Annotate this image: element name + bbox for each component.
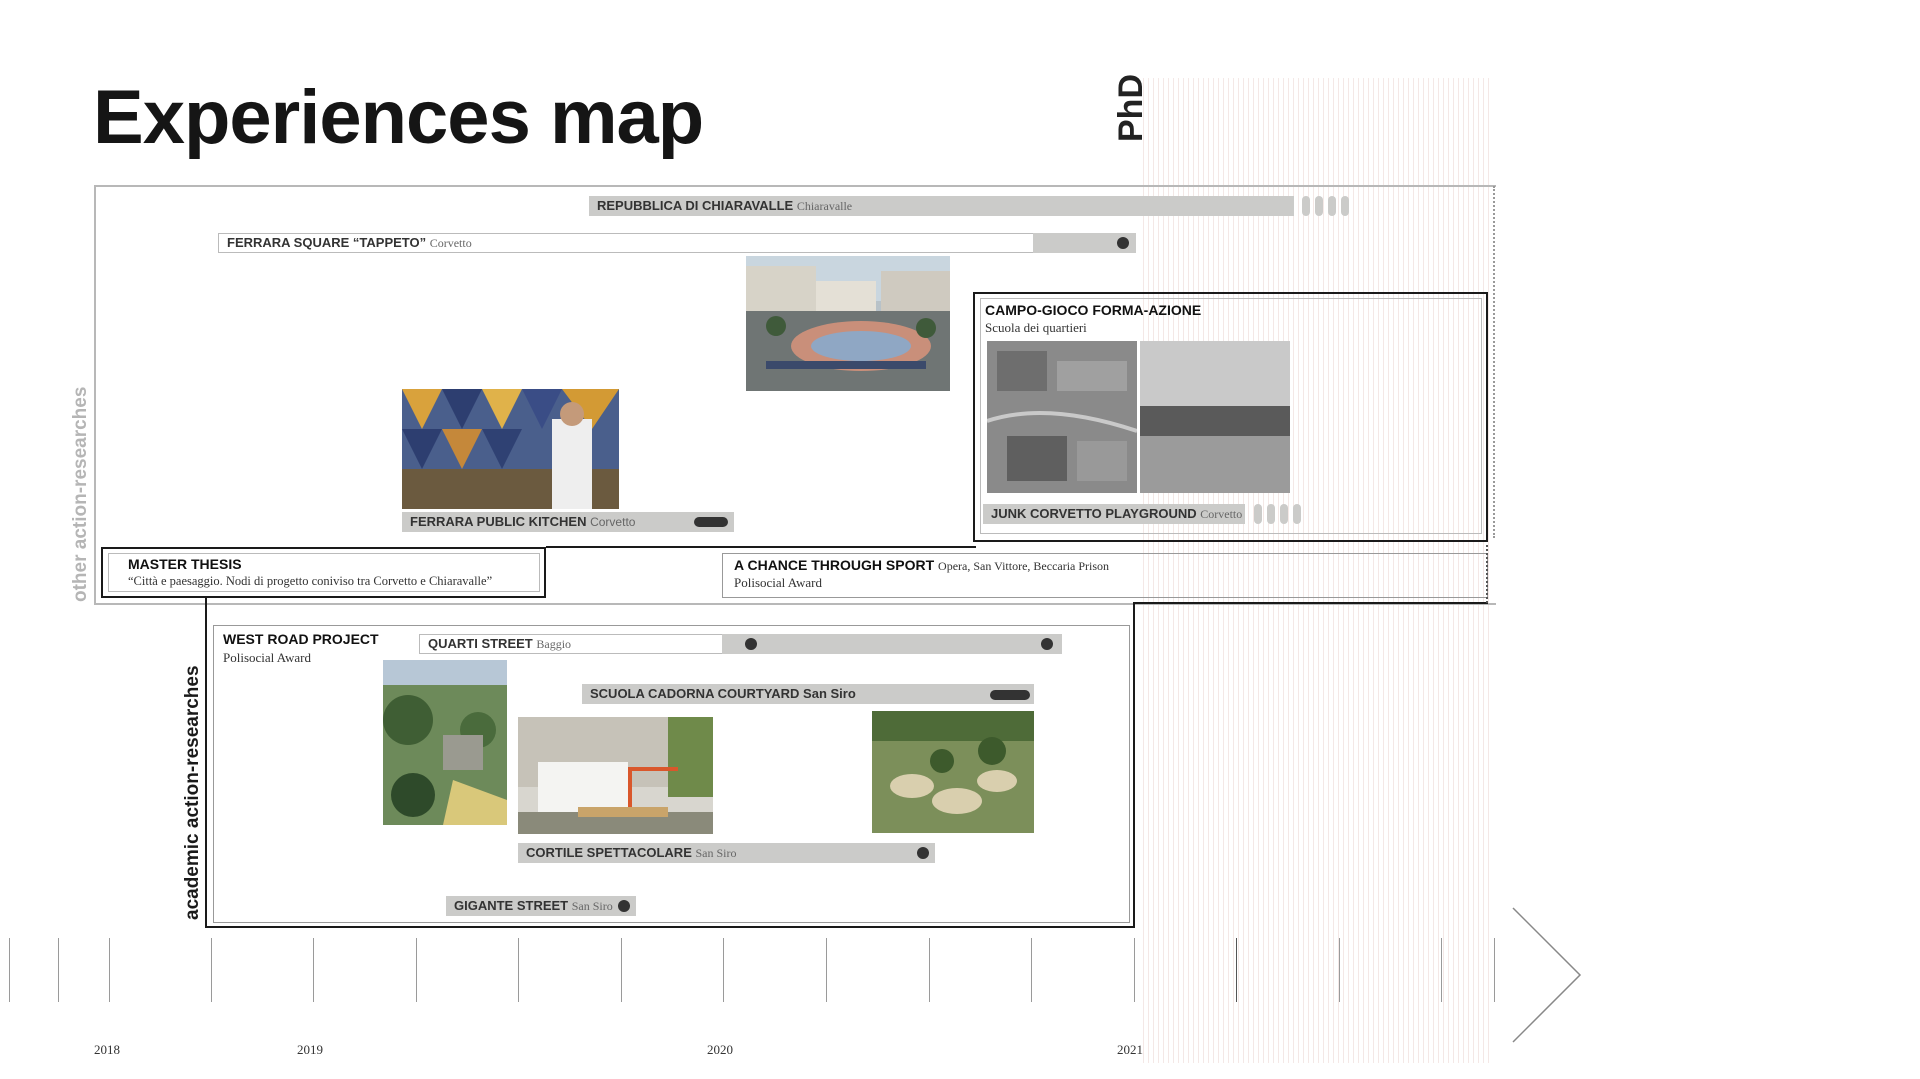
chance-sport-location: Opera, San Vittore, Beccaria Prison — [938, 559, 1110, 573]
timeline-tick — [313, 938, 314, 1002]
timeline-tick — [826, 938, 827, 1002]
year-label-2021: 2021 — [1117, 1042, 1143, 1057]
timeline-tick — [1494, 938, 1495, 1002]
west-road-subtitle: Polisocial Award — [223, 650, 311, 665]
timeline-tick — [621, 938, 622, 1002]
photo-campo-gioco-aerial — [987, 341, 1137, 493]
bar-quarti-street: QUARTI STREET Baggio — [419, 634, 723, 654]
photo-ferrara-square — [746, 256, 950, 391]
connector-line — [546, 546, 976, 548]
ferrara-kitchen-location: Corvetto — [590, 515, 636, 529]
repubblica-name: REPUBBLICA DI CHIARAVALLE — [597, 198, 794, 213]
chance-sport-bottom-line — [1133, 602, 1488, 604]
page-title: Experiences map — [93, 75, 704, 160]
photo-west-road-aerial — [383, 660, 507, 825]
timeline-tick — [1441, 938, 1442, 1002]
junk-location: Corvetto — [1200, 507, 1243, 521]
phd-dotted-edge — [1493, 186, 1495, 538]
junk-name: JUNK CORVETTO PLAYGROUND — [991, 506, 1197, 521]
master-thesis-subtitle: “Città e paesaggio. Nodi di progetto con… — [128, 574, 493, 588]
phd-label: PhD — [1112, 74, 1150, 142]
continuation-mark — [1302, 196, 1310, 216]
milestone-dot — [917, 847, 929, 859]
bar-cortile-spettacolare: CORTILE SPETTACOLARE San Siro — [518, 843, 935, 863]
academic-action-researches-label: academic action-researches — [182, 665, 203, 920]
ferrara-square-location: Corvetto — [429, 236, 472, 250]
gigante-location: San Siro — [571, 899, 613, 913]
master-thesis-title: MASTER THESIS — [128, 556, 242, 572]
bar-scuola-cadorna: SCUOLA CADORNA COURTYARD San Siro — [582, 684, 1034, 704]
bar-gigante-street: GIGANTE STREET San Siro — [446, 896, 636, 916]
timeline-tick — [929, 938, 930, 1002]
quarti-location: Baggio — [536, 637, 572, 651]
continuation-mark — [1280, 504, 1288, 524]
milestone-dot — [745, 638, 757, 650]
milestone-dot — [1041, 638, 1053, 650]
campo-gioco-title: CAMPO-GIOCO FORMA-AZIONE — [985, 302, 1202, 318]
ferrara-square-name: FERRARA SQUARE “TAPPETO” — [227, 235, 427, 250]
continuation-mark — [1267, 504, 1275, 524]
other-action-researches-label: other action-researches — [70, 386, 91, 602]
bar-repubblica-di-chiaravalle: REPUBBLICA DI CHIARAVALLE Chiaravalle — [589, 196, 1294, 216]
timeline-tick — [58, 938, 59, 1002]
year-label-2020: 2020 — [707, 1042, 733, 1057]
connector-line — [1133, 602, 1135, 928]
timeline-tick — [723, 938, 724, 1002]
continuation-mark — [1328, 196, 1336, 216]
cortile-location: San Siro — [695, 846, 737, 860]
milestone-pill — [990, 690, 1030, 700]
year-label-2019: 2019 — [297, 1042, 323, 1057]
timeline-tick — [1236, 938, 1237, 1002]
timeline-tick — [1031, 938, 1032, 1002]
continuation-mark — [1293, 504, 1301, 524]
bar-ferrara-public-kitchen: FERRARA PUBLIC KITCHEN Corvetto — [402, 512, 734, 532]
photo-scuola-cadorna — [872, 711, 1034, 833]
photo-campo-gioco-field — [1140, 341, 1290, 493]
continuation-mark — [1254, 504, 1262, 524]
milestone-dot — [1117, 237, 1129, 249]
photo-cortile-spettacolare — [518, 717, 713, 834]
milestone-pill — [694, 517, 728, 527]
chance-sport-name: A CHANCE THROUGH SPORT — [734, 557, 935, 573]
timeline-tick — [1339, 938, 1340, 1002]
gigante-name: GIGANTE STREET — [454, 898, 569, 913]
quarti-name: QUARTI STREET — [428, 636, 533, 651]
continuation-mark — [1341, 196, 1349, 216]
timeline-arrow-icon — [1512, 907, 1582, 1043]
campo-gioco-subtitle: Scuola dei quartieri — [985, 320, 1087, 335]
west-road-title: WEST ROAD PROJECT — [223, 631, 379, 647]
chance-sport-title: A CHANCE THROUGH SPORT Opera, San Vittor… — [734, 557, 1109, 574]
bar-quarti-extension — [722, 634, 1062, 654]
bar-ferrara-square: FERRARA SQUARE “TAPPETO” Corvetto — [218, 233, 1035, 253]
timeline-tick — [9, 938, 10, 1002]
ferrara-kitchen-name: FERRARA PUBLIC KITCHEN — [410, 514, 587, 529]
chance-sport-subtitle: Polisocial Award — [734, 575, 822, 590]
milestone-dot — [618, 900, 630, 912]
photo-ferrara-public-kitchen — [402, 389, 619, 509]
timeline-tick — [211, 938, 212, 1002]
bar-junk-corvetto-playground: JUNK CORVETTO PLAYGROUND Corvetto — [983, 504, 1245, 524]
timeline-tick — [109, 938, 110, 1002]
timeline-tick — [1134, 938, 1135, 1002]
cadorna-name: SCUOLA CADORNA COURTYARD San Siro — [590, 686, 856, 701]
dotted-edge — [1486, 545, 1488, 603]
cortile-name: CORTILE SPETTACOLARE — [526, 845, 692, 860]
timeline-tick — [518, 938, 519, 1002]
repubblica-location: Chiaravalle — [796, 199, 853, 213]
year-label-2018: 2018 — [94, 1042, 120, 1057]
timeline-tick — [416, 938, 417, 1002]
continuation-mark — [1315, 196, 1323, 216]
